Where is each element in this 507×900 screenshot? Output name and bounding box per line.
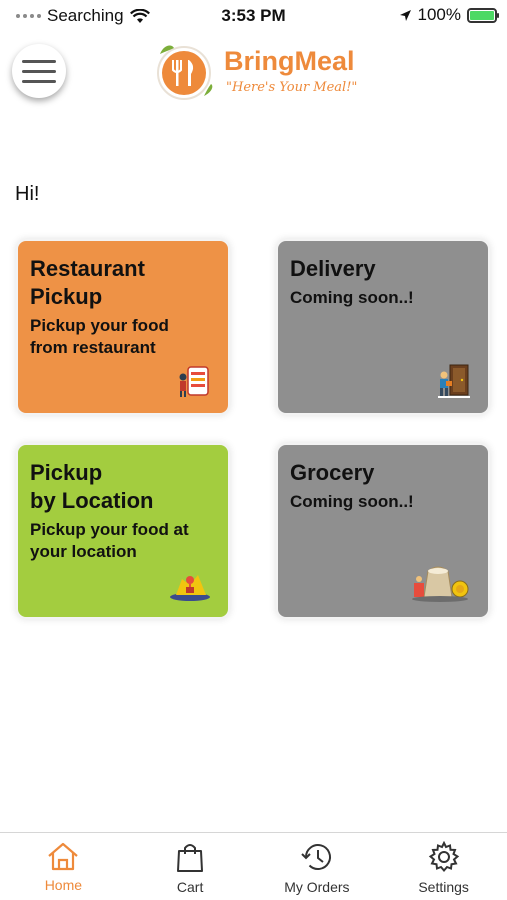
location-illustration-icon bbox=[170, 575, 210, 601]
tab-settings[interactable]: Settings bbox=[380, 833, 507, 900]
app-logo: BringMeal "Here's Your Meal!" bbox=[156, 40, 386, 104]
greeting-text: Hi! bbox=[15, 183, 40, 205]
bottom-tab-bar: Home Cart My Orders Settings bbox=[0, 832, 507, 900]
history-icon bbox=[301, 844, 331, 870]
brand-tagline: "Here's Your Meal!" bbox=[226, 80, 358, 95]
status-bar: Searching 3:53 PM 100% bbox=[0, 0, 507, 32]
pickup-by-location-card[interactable]: Pickup by Location Pickup your food at y… bbox=[16, 443, 230, 619]
brand-name: BringMeal bbox=[224, 46, 355, 76]
bag-icon bbox=[177, 844, 204, 872]
card-title: Restaurant Pickup bbox=[30, 256, 145, 309]
tab-my-orders[interactable]: My Orders bbox=[254, 833, 381, 900]
hamburger-icon bbox=[22, 59, 56, 63]
restaurant-illustration-icon bbox=[179, 366, 209, 397]
card-subtitle: Coming soon..! bbox=[290, 288, 414, 307]
grocery-card[interactable]: Grocery Coming soon..! bbox=[276, 443, 490, 619]
card-subtitle: Coming soon..! bbox=[290, 492, 414, 511]
card-title: Pickup by Location bbox=[30, 460, 154, 513]
card-subtitle: Pickup your food at your location bbox=[30, 520, 189, 561]
gear-icon bbox=[428, 841, 459, 873]
card-subtitle: Pickup your food from restaurant bbox=[30, 316, 169, 357]
restaurant-pickup-card[interactable]: Restaurant Pickup Pickup your food from … bbox=[16, 239, 230, 415]
grocery-illustration-icon bbox=[412, 566, 469, 602]
tab-label: Settings bbox=[418, 879, 469, 895]
card-title: Delivery bbox=[290, 256, 376, 281]
card-title: Grocery bbox=[290, 460, 375, 485]
tab-label: My Orders bbox=[284, 879, 350, 895]
delivery-card[interactable]: Delivery Coming soon..! bbox=[276, 239, 490, 415]
tab-home[interactable]: Home bbox=[0, 833, 127, 900]
home-icon bbox=[48, 842, 79, 871]
menu-button[interactable] bbox=[12, 44, 66, 98]
delivery-illustration-icon bbox=[438, 364, 470, 398]
location-arrow-icon bbox=[399, 9, 411, 21]
battery-icon bbox=[467, 7, 499, 23]
plate-logo-icon bbox=[157, 45, 213, 100]
tab-label: Cart bbox=[176, 879, 204, 895]
tab-cart[interactable]: Cart bbox=[127, 833, 254, 900]
battery-percent: 100% bbox=[417, 5, 461, 24]
tab-label: Home bbox=[44, 877, 83, 893]
